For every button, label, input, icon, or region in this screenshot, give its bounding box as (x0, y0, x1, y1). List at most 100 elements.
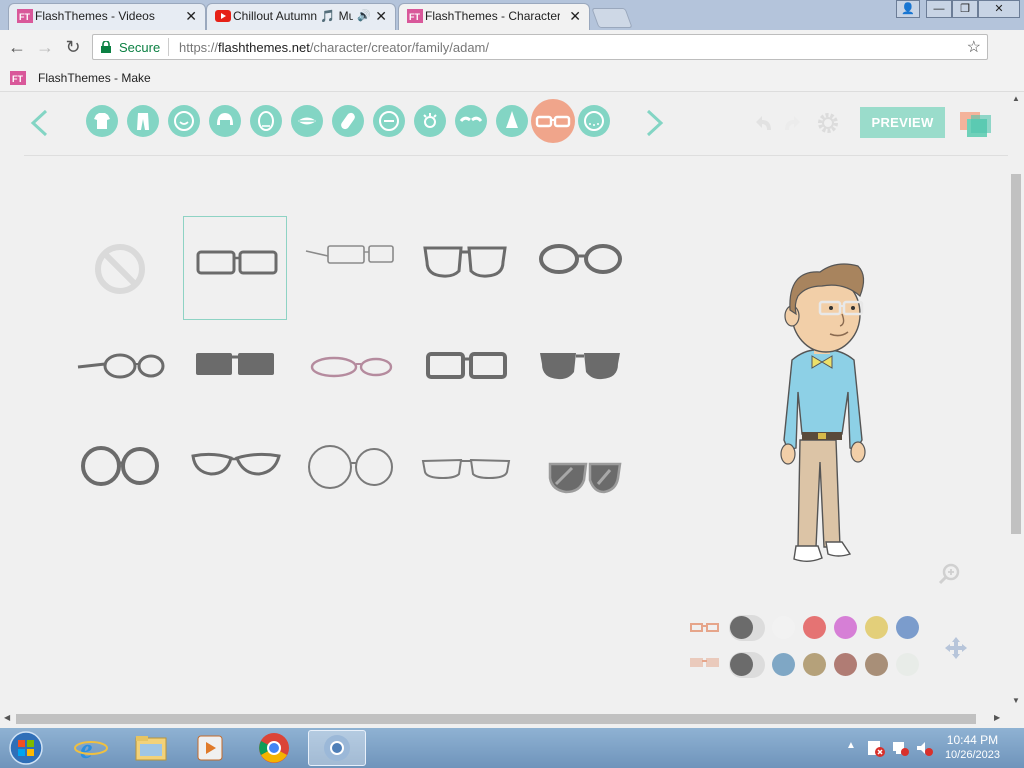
category-mouth[interactable] (291, 105, 323, 137)
glasses-option-bold-rectangle[interactable] (413, 316, 517, 420)
redo-icon[interactable] (780, 114, 802, 134)
save-character-icon[interactable] (959, 111, 995, 141)
bookmark-label: FlashThemes - Make (38, 71, 151, 85)
start-button-icon[interactable] (4, 730, 48, 766)
category-nose[interactable] (496, 105, 528, 137)
scroll-left-icon[interactable]: ◀ (4, 713, 10, 722)
lips-icon (298, 117, 316, 125)
category-shirt[interactable] (86, 105, 118, 137)
color-swatch[interactable] (803, 653, 826, 676)
settings-gear-icon[interactable] (815, 110, 841, 136)
restore-button[interactable]: ❐ (952, 0, 978, 18)
undo-icon[interactable] (754, 114, 776, 134)
shirt-icon (94, 113, 110, 129)
pants-icon (137, 113, 149, 130)
internet-explorer-icon[interactable]: e (66, 730, 122, 766)
vertical-scroll-thumb[interactable] (1011, 174, 1021, 534)
preview-button[interactable]: PREVIEW (860, 107, 945, 138)
glasses-option-wire-rectangle[interactable] (413, 416, 517, 520)
rectangular-glasses-icon (196, 250, 278, 275)
reload-icon[interactable]: ↻ (62, 36, 84, 58)
color-swatch[interactable] (865, 653, 888, 676)
glasses-option-thin-wire[interactable] (298, 216, 402, 320)
forward-icon[interactable]: → (34, 36, 56, 58)
move-icon[interactable] (943, 635, 969, 661)
horizontal-scrollbar[interactable]: ◀ ▶ (0, 712, 1008, 726)
color-swatch[interactable] (803, 616, 826, 639)
chrome-icon[interactable] (246, 730, 302, 766)
glasses-option-cat-eye[interactable] (183, 416, 287, 520)
close-window-button[interactable]: ✕ (978, 0, 1020, 18)
glasses-option-rectangular[interactable] (183, 216, 287, 320)
glasses-option-black-sunglasses[interactable] (183, 316, 287, 420)
bold-rectangle-glasses-icon (426, 352, 507, 379)
aviator-shades-icon (548, 462, 622, 494)
category-face-shape[interactable] (250, 105, 282, 137)
speaker-icon[interactable]: 🔊 (357, 4, 371, 28)
glasses-option-round-thick[interactable] (68, 416, 172, 520)
profile-icon[interactable]: 👤 (896, 0, 920, 18)
media-player-icon[interactable] (182, 730, 238, 766)
category-eye[interactable] (414, 105, 446, 137)
tab-close-icon[interactable]: ✕ (569, 4, 581, 28)
glasses-option-bold-rounded[interactable] (413, 216, 517, 320)
category-eyebrow[interactable] (455, 105, 487, 137)
action-center-icon[interactable] (866, 738, 886, 758)
color-swatch[interactable] (834, 653, 857, 676)
zoom-icon[interactable] (938, 562, 962, 586)
category-hair[interactable] (209, 105, 241, 137)
color-swatch[interactable] (896, 616, 919, 639)
glasses-option-aviator-shades[interactable] (528, 416, 632, 520)
file-explorer-icon[interactable] (124, 730, 180, 766)
category-ear[interactable] (373, 105, 405, 137)
prev-category-icon[interactable] (28, 108, 50, 138)
color-swatch[interactable] (834, 616, 857, 639)
frame-color-current[interactable] (729, 615, 765, 641)
back-icon[interactable]: ← (6, 36, 28, 58)
face-circle-icon (174, 111, 194, 131)
tab-title: Chillout Autumn 🎵 Mu (233, 9, 353, 23)
bookmark-flashthemes[interactable]: FT FlashThemes - Make (10, 70, 151, 86)
scroll-down-icon[interactable]: ▼ (1012, 696, 1020, 705)
scroll-up-icon[interactable]: ▲ (1012, 94, 1020, 103)
glasses-option-pink-oval[interactable] (298, 316, 402, 420)
address-bar[interactable]: Secure https://flashthemes.net/character… (92, 34, 988, 60)
color-swatch[interactable] (772, 653, 795, 676)
horizontal-scroll-thumb[interactable] (16, 714, 976, 724)
category-facial-hair[interactable] (578, 105, 610, 137)
glasses-option-dark-sunglasses[interactable] (528, 316, 632, 420)
vertical-scrollbar[interactable]: ▲ ▼ (1008, 92, 1024, 712)
category-accessory[interactable] (332, 105, 364, 137)
category-skin[interactable] (168, 105, 200, 137)
bookmark-star-icon[interactable]: ☆ (967, 37, 981, 57)
secure-label: Secure (119, 40, 161, 55)
glasses-option-oval-thick[interactable] (528, 216, 632, 320)
category-glasses[interactable] (531, 99, 575, 143)
tab-videos[interactable]: FT FlashThemes - Videos ✕ (8, 3, 206, 30)
volume-muted-icon[interactable] (914, 738, 934, 758)
glasses-option-side-temple[interactable] (68, 316, 172, 420)
minus-circle-icon (379, 111, 399, 131)
tab-close-icon[interactable]: ✕ (185, 4, 197, 28)
next-category-icon[interactable] (644, 108, 666, 138)
minimize-button[interactable]: — (926, 0, 952, 18)
glasses-option-large-round[interactable] (298, 416, 402, 520)
chrome-active-window[interactable] (308, 730, 366, 766)
lens-color-current[interactable] (729, 652, 765, 678)
category-pants[interactable] (127, 105, 159, 137)
pink-oval-glasses-icon (310, 356, 393, 378)
show-hidden-icons[interactable]: ▲ (846, 740, 856, 751)
network-icon[interactable] (890, 738, 910, 758)
new-tab-button[interactable] (591, 8, 633, 28)
color-swatch[interactable] (896, 653, 919, 676)
tab-close-icon[interactable]: ✕ (375, 4, 387, 28)
color-swatch[interactable] (865, 616, 888, 639)
glasses-option-none[interactable] (68, 216, 172, 320)
system-clock[interactable]: 10:44 PM 10/26/2023 (945, 733, 1000, 763)
tab-character[interactable]: FT FlashThemes - Character ✕ (398, 3, 590, 30)
flashthemes-favicon-icon: FT (17, 9, 33, 23)
tab-music[interactable]: Chillout Autumn 🎵 Mu 🔊 ✕ (206, 3, 396, 30)
windows-taskbar: e ▲ 10:44 PM 10/26/2023 (0, 728, 1024, 768)
scroll-right-icon[interactable]: ▶ (994, 713, 1000, 722)
color-swatch[interactable] (772, 616, 795, 639)
